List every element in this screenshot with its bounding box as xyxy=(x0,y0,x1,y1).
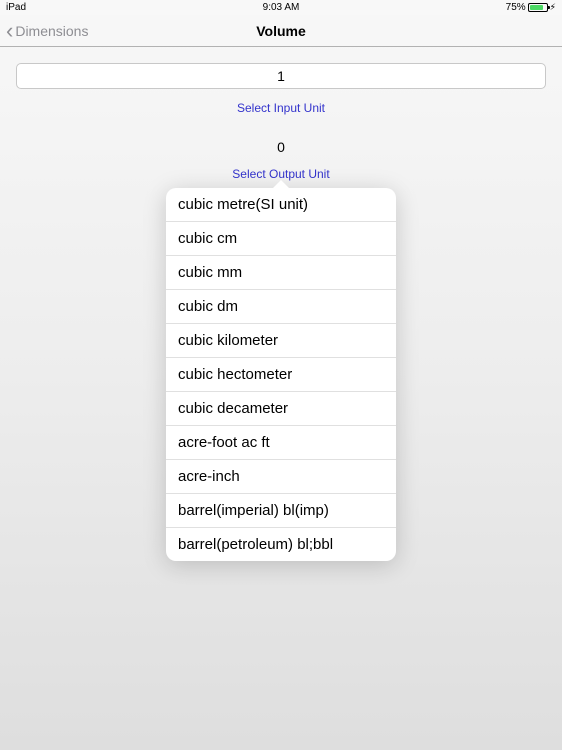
unit-option[interactable]: cubic kilometer xyxy=(166,324,396,358)
select-input-unit-button[interactable]: Select Input Unit xyxy=(16,101,546,115)
battery-icon xyxy=(528,3,548,12)
device-label: iPad xyxy=(6,2,26,13)
unit-popover: cubic metre(SI unit) cubic cm cubic mm c… xyxy=(166,188,396,561)
content-area: Select Input Unit 0 Select Output Unit xyxy=(0,47,562,181)
status-battery: 75% ⚡︎ xyxy=(506,2,556,13)
unit-option[interactable]: cubic metre(SI unit) xyxy=(166,188,396,222)
charging-icon: ⚡︎ xyxy=(550,2,556,13)
unit-option[interactable]: acre-foot ac ft xyxy=(166,426,396,460)
battery-percent: 75% xyxy=(506,2,526,13)
select-output-unit-button[interactable]: Select Output Unit xyxy=(16,167,546,181)
unit-option[interactable]: cubic hectometer xyxy=(166,358,396,392)
back-button[interactable]: ‹ Dimensions xyxy=(0,20,88,42)
unit-option[interactable]: acre-inch xyxy=(166,460,396,494)
input-value-field[interactable] xyxy=(16,63,546,89)
unit-option[interactable]: barrel(imperial) bl(imp) xyxy=(166,494,396,528)
unit-option[interactable]: barrel(petroleum) bl;bbl xyxy=(166,528,396,561)
nav-bar: ‹ Dimensions Volume xyxy=(0,15,562,47)
unit-option[interactable]: cubic dm xyxy=(166,290,396,324)
page-title: Volume xyxy=(256,23,306,39)
unit-option[interactable]: cubic decameter xyxy=(166,392,396,426)
status-time: 9:03 AM xyxy=(263,2,300,13)
status-bar: iPad 9:03 AM 75% ⚡︎ xyxy=(0,0,562,15)
output-value: 0 xyxy=(16,139,546,155)
back-label: Dimensions xyxy=(15,23,88,39)
unit-option[interactable]: cubic mm xyxy=(166,256,396,290)
chevron-left-icon: ‹ xyxy=(6,20,13,42)
unit-option[interactable]: cubic cm xyxy=(166,222,396,256)
